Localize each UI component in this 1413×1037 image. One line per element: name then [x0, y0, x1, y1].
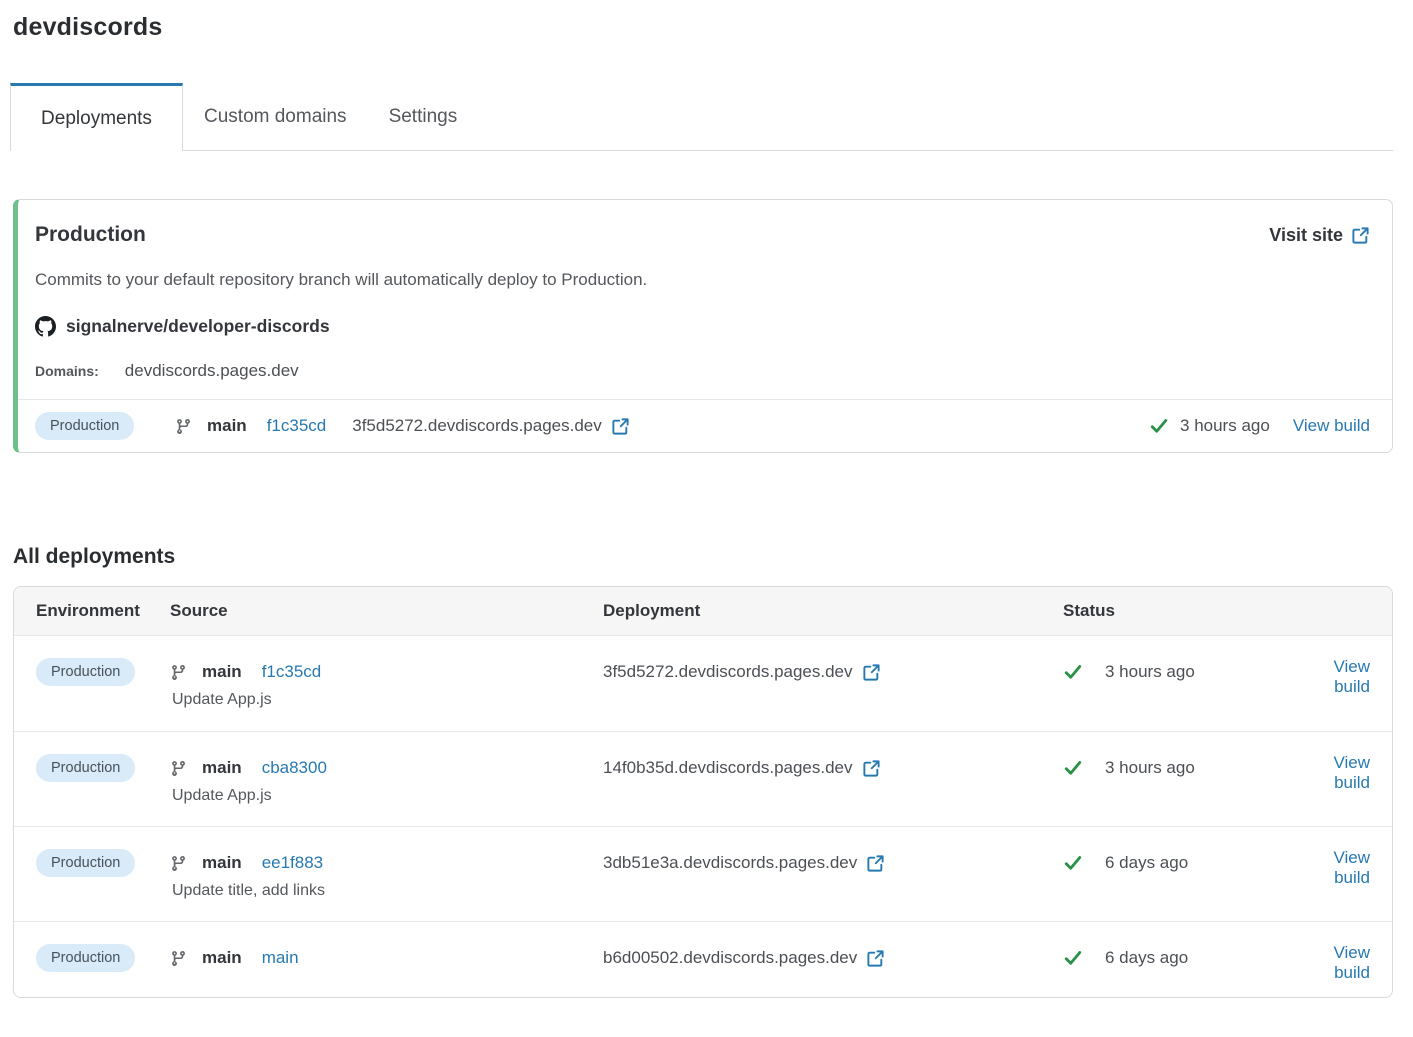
- external-link-icon: [1351, 226, 1370, 245]
- column-header-environment: Environment: [36, 601, 170, 621]
- view-build-link[interactable]: View build: [1306, 753, 1370, 793]
- table-body: Production main f1c35cd Update App.js 3f…: [14, 636, 1392, 997]
- visit-site-label: Visit site: [1269, 225, 1343, 246]
- external-link-icon[interactable]: [866, 949, 885, 968]
- check-icon: [1063, 853, 1083, 873]
- table-header-row: Environment Source Deployment Status: [14, 587, 1392, 636]
- commit-message: Update title, add links: [172, 882, 603, 900]
- view-build-link[interactable]: View build: [1293, 416, 1370, 436]
- git-branch-icon: [175, 418, 192, 435]
- commit-link[interactable]: main: [262, 948, 299, 968]
- column-header-source: Source: [170, 601, 603, 621]
- view-build-link[interactable]: View build: [1306, 848, 1370, 888]
- deployment-url: 3f5d5272.devdiscords.pages.dev: [352, 416, 602, 436]
- commit-message: Update App.js: [172, 691, 603, 709]
- branch-name: main: [202, 662, 242, 682]
- deployment-row: Production main cba8300 Update App.js 14…: [14, 731, 1392, 826]
- column-header-deployment: Deployment: [603, 601, 1063, 621]
- environment-badge: Production: [35, 412, 134, 440]
- view-build-link[interactable]: View build: [1306, 943, 1370, 983]
- domains-line: Domains: devdiscords.pages.dev: [35, 361, 1370, 381]
- production-description: Commits to your default repository branc…: [35, 270, 1370, 290]
- external-link-icon[interactable]: [862, 759, 881, 778]
- external-link-icon[interactable]: [611, 417, 630, 436]
- deployment-time: 3 hours ago: [1105, 662, 1195, 682]
- commit-link[interactable]: cba8300: [262, 758, 327, 778]
- check-icon: [1063, 948, 1083, 968]
- deployment-url: 3f5d5272.devdiscords.pages.dev: [603, 662, 853, 682]
- deployment-url: b6d00502.devdiscords.pages.dev: [603, 948, 857, 968]
- branch-name: main: [202, 853, 242, 873]
- page-title: devdiscords: [13, 13, 1393, 42]
- check-icon: [1063, 662, 1083, 682]
- tab-custom-domains[interactable]: Custom domains: [183, 83, 368, 151]
- git-branch-icon: [170, 855, 187, 872]
- domains-value: devdiscords.pages.dev: [125, 361, 299, 381]
- commit-message: Update App.js: [172, 787, 603, 805]
- production-card: Production Visit site Commits to your de…: [13, 199, 1393, 453]
- all-deployments-title: All deployments: [13, 545, 1393, 569]
- view-build-link[interactable]: View build: [1306, 657, 1370, 697]
- tab-bar: Deployments Custom domains Settings: [10, 83, 1393, 151]
- git-branch-icon: [170, 664, 187, 681]
- production-card-title: Production: [35, 223, 146, 247]
- branch-name: main: [202, 758, 242, 778]
- visit-site-link[interactable]: Visit site: [1269, 225, 1370, 246]
- branch-name: main: [202, 948, 242, 968]
- repo-name[interactable]: signalnerve/developer-discords: [66, 316, 330, 337]
- tab-deployments[interactable]: Deployments: [10, 83, 183, 151]
- git-branch-icon: [170, 950, 187, 967]
- repo-line: signalnerve/developer-discords: [35, 316, 1370, 337]
- deployment-time: 3 hours ago: [1180, 416, 1270, 436]
- commit-link[interactable]: f1c35cd: [267, 416, 327, 436]
- deployment-row: Production main ee1f883 Update title, ad…: [14, 826, 1392, 921]
- pages-project-page: devdiscords Deployments Custom domains S…: [0, 0, 1413, 998]
- branch-name: main: [207, 416, 247, 436]
- commit-link[interactable]: ee1f883: [262, 853, 323, 873]
- github-icon: [35, 316, 56, 337]
- deployment-url: 3db51e3a.devdiscords.pages.dev: [603, 853, 857, 873]
- deployment-time: 6 days ago: [1105, 853, 1188, 873]
- deployment-row: Production main f1c35cd Update App.js 3f…: [14, 636, 1392, 731]
- deployments-table: Environment Source Deployment Status Pro…: [13, 586, 1393, 998]
- check-icon: [1149, 416, 1169, 436]
- deployment-time: 3 hours ago: [1105, 758, 1195, 778]
- domains-label: Domains:: [35, 363, 99, 379]
- external-link-icon[interactable]: [866, 854, 885, 873]
- environment-badge: Production: [36, 658, 135, 686]
- deployment-row: Production main main b6d00502.devdiscord…: [14, 921, 1392, 997]
- git-branch-icon: [170, 760, 187, 777]
- environment-badge: Production: [36, 754, 135, 782]
- environment-badge: Production: [36, 944, 135, 972]
- column-header-status: Status: [1063, 601, 1283, 621]
- commit-link[interactable]: f1c35cd: [262, 662, 322, 682]
- external-link-icon[interactable]: [862, 663, 881, 682]
- check-icon: [1063, 758, 1083, 778]
- deployment-time: 6 days ago: [1105, 948, 1188, 968]
- tab-bar-filler: [478, 83, 1393, 151]
- tab-settings[interactable]: Settings: [368, 83, 479, 151]
- deployment-url: 14f0b35d.devdiscords.pages.dev: [603, 758, 853, 778]
- environment-badge: Production: [36, 849, 135, 877]
- production-deployment-row: Production main f1c35cd 3f5d5272.devdisc…: [18, 399, 1392, 452]
